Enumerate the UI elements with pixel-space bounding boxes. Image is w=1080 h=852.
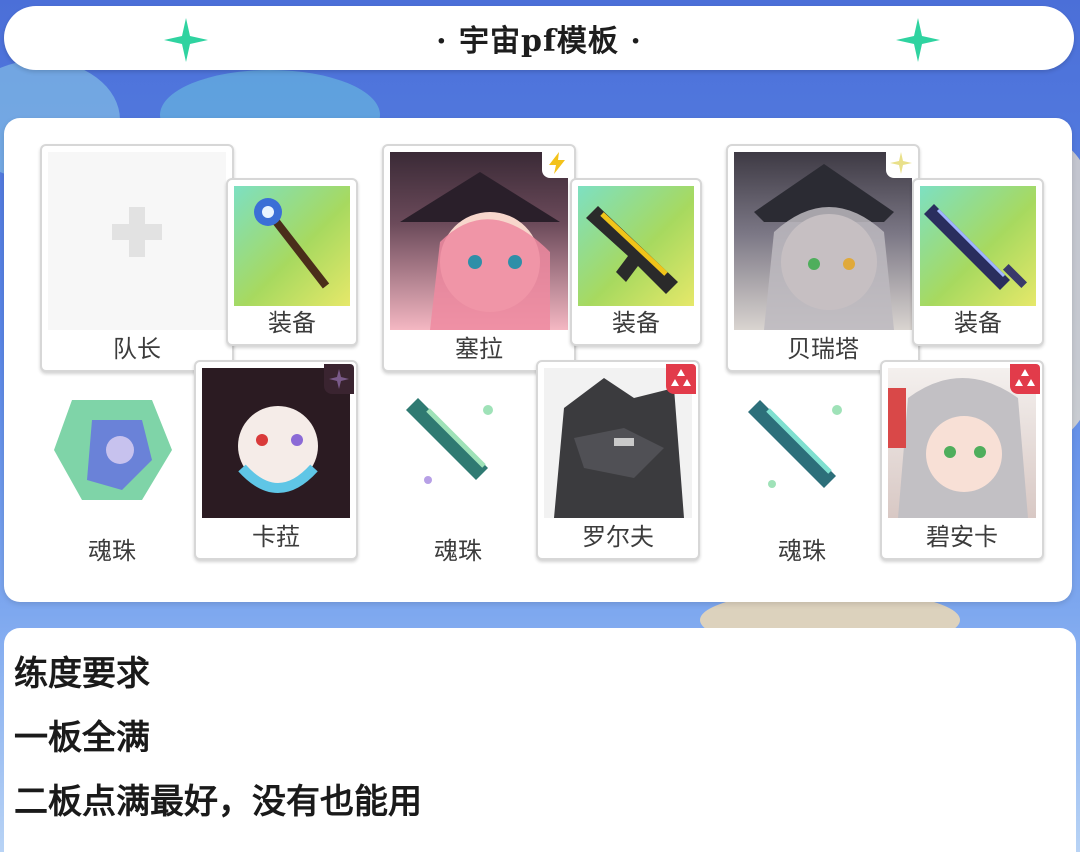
soul-orb-slot[interactable]: 魂珠 (732, 380, 872, 580)
requirements-heading: 练度要求 (14, 654, 150, 694)
soul-orb-slot[interactable]: 魂珠 (42, 380, 182, 580)
sparkle-icon (896, 18, 940, 62)
equipment-slot[interactable]: 装备 (570, 178, 702, 346)
unit-name: 碧安卡 (926, 523, 998, 551)
equipment-slot[interactable]: 装备 (912, 178, 1044, 346)
equipment-label: 装备 (612, 309, 660, 337)
character-portrait (390, 152, 568, 330)
portrait-art (754, 164, 894, 330)
character-portrait (734, 152, 912, 330)
unit-card-rolf[interactable]: 罗尔夫 (536, 360, 700, 560)
page-title: · 宇宙pf模板 · (436, 24, 642, 59)
soul-orb-label: 魂珠 (88, 537, 136, 565)
unit-name: 卡菈 (252, 523, 300, 551)
sparkle-icon (164, 18, 208, 62)
dark-sparkle-badge (324, 364, 354, 394)
unit-card-bianca[interactable]: 碧安卡 (880, 360, 1044, 560)
character-card-beretta[interactable]: 贝瑞塔 (726, 144, 920, 372)
staff-icon (254, 198, 330, 289)
gun-icon (586, 206, 678, 294)
sparkle-icon (329, 369, 349, 389)
character-name: 塞拉 (455, 335, 503, 363)
weapon-art (578, 186, 694, 306)
soul-orb-icon (54, 400, 172, 500)
soul-orb-icon (406, 398, 493, 484)
requirement-line: 二板点满最好，没有也能用 (14, 782, 422, 822)
unit-name: 罗尔夫 (582, 523, 654, 551)
red-triangles-badge (1010, 364, 1040, 394)
equipment-label: 装备 (954, 309, 1002, 337)
sparkle-badge (886, 148, 916, 178)
unit-card-kara[interactable]: 卡菈 (194, 360, 358, 560)
weapon-art (234, 186, 350, 306)
red-triangles-badge (666, 364, 696, 394)
requirements-panel: 练度要求 一板全满 二板点满最好，没有也能用 (4, 628, 1076, 852)
weapon-art (920, 186, 1036, 306)
title-bar: · 宇宙pf模板 · (4, 6, 1074, 70)
character-name: 贝瑞塔 (787, 335, 859, 363)
lightning-badge (542, 148, 572, 178)
requirement-line: 一板全满 (14, 718, 150, 758)
empty-portrait (48, 152, 226, 330)
leader-slot[interactable]: 队长 (40, 144, 234, 372)
soul-orb-icon (748, 400, 842, 488)
sparkle-icon (890, 152, 912, 174)
triangles-icon (671, 369, 691, 386)
equipment-label: 装备 (268, 309, 316, 337)
sword-icon (924, 204, 1028, 290)
lightning-icon (549, 152, 565, 174)
soul-orb-label: 魂珠 (434, 537, 482, 565)
soul-orb-label: 魂珠 (778, 537, 826, 565)
character-card-sera[interactable]: 塞拉 (382, 144, 576, 372)
equipment-slot[interactable]: 装备 (226, 178, 358, 346)
leader-label: 队长 (113, 335, 161, 363)
triangles-icon (1015, 369, 1035, 386)
team-panel: 队长 装备 塞拉 装备 贝瑞塔 装备 魂珠 卡菈 魂珠 罗尔夫 魂珠 碧安卡 (4, 118, 1072, 602)
portrait-art (400, 172, 560, 330)
soul-orb-slot[interactable]: 魂珠 (388, 380, 528, 580)
plus-icon (112, 207, 162, 258)
